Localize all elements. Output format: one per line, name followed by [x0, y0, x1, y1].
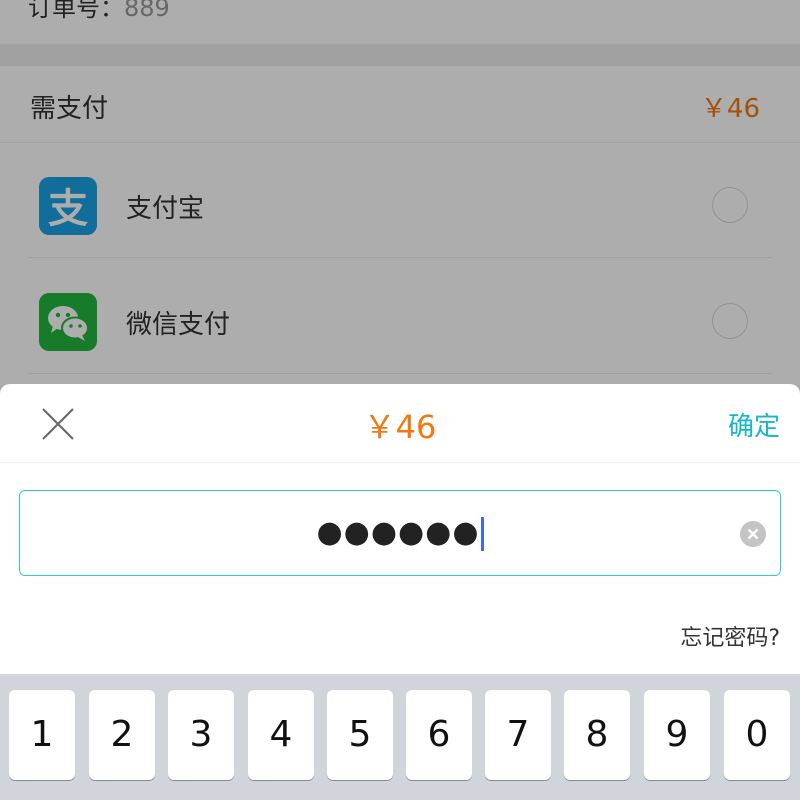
key-8[interactable]: 8 — [564, 690, 630, 780]
confirm-button[interactable]: 确定 — [728, 406, 780, 443]
password-dialog: ￥46 确定 ●●●●●● 忘记密码? — [0, 384, 800, 674]
forgot-password-link[interactable]: 忘记密码? — [680, 620, 780, 652]
clear-icon — [740, 528, 766, 551]
key-1[interactable]: 1 — [9, 690, 75, 780]
key-5[interactable]: 5 — [327, 690, 393, 780]
password-mask: ●●●●●● — [316, 515, 480, 550]
key-0[interactable]: 0 — [724, 690, 790, 780]
dialog-header: ￥46 确定 — [0, 384, 800, 463]
key-2[interactable]: 2 — [89, 690, 155, 780]
dialog-amount: ￥46 — [363, 408, 437, 446]
key-7[interactable]: 7 — [485, 690, 551, 780]
key-4[interactable]: 4 — [248, 690, 314, 780]
key-6[interactable]: 6 — [406, 690, 472, 780]
password-input[interactable]: ●●●●●● — [19, 490, 781, 576]
key-3[interactable]: 3 — [168, 690, 234, 780]
text-caret — [480, 516, 484, 551]
key-9[interactable]: 9 — [644, 690, 710, 780]
clear-button[interactable] — [740, 521, 766, 547]
numeric-keyboard: 1 2 3 4 5 6 7 8 9 0 — [0, 674, 800, 800]
